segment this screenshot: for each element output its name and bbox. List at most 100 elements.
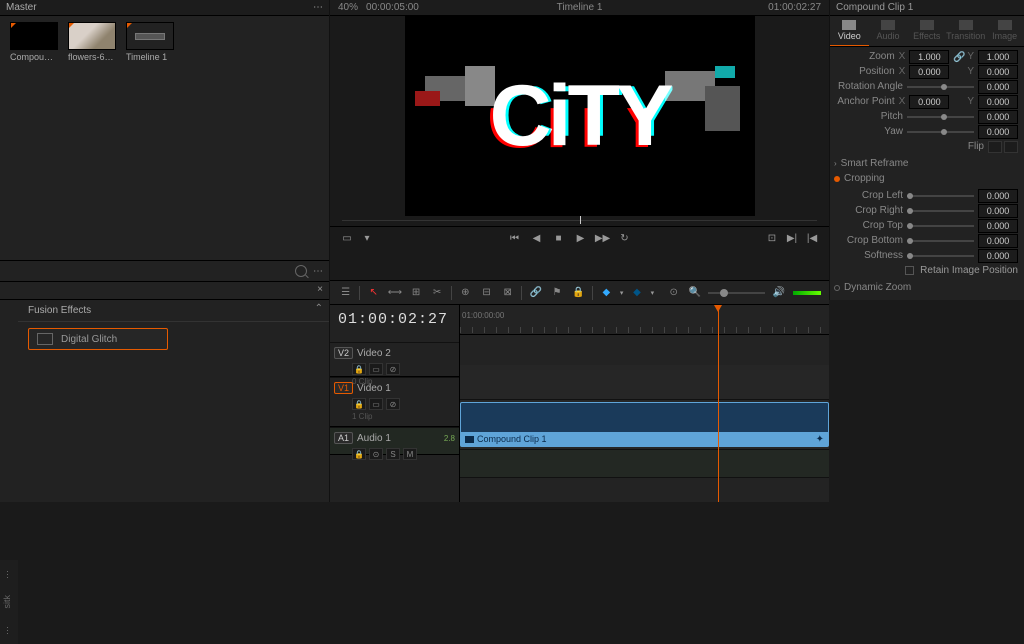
pitch-slider[interactable] bbox=[907, 116, 974, 118]
position-y-field[interactable]: 0.000 bbox=[978, 65, 1018, 79]
zoom-slider[interactable] bbox=[708, 292, 765, 294]
flag-icon[interactable]: ⚑ bbox=[549, 286, 564, 300]
timeline-playhead[interactable] bbox=[718, 305, 719, 502]
close-panel-icon[interactable]: × bbox=[317, 284, 323, 295]
viewer-scrubber-playhead[interactable] bbox=[580, 216, 581, 224]
replace-icon[interactable]: ⊠ bbox=[500, 286, 515, 300]
insert-icon[interactable]: ⊕ bbox=[458, 286, 473, 300]
softness-slider[interactable] bbox=[907, 255, 974, 257]
viewer-canvas[interactable]: CiTY bbox=[330, 16, 829, 216]
match-frame-icon[interactable]: ⊡ bbox=[765, 232, 779, 246]
clip-compound[interactable]: Compound Clip 1 ✦ bbox=[460, 402, 829, 447]
track-lane-v1[interactable]: Compound Clip 1 ✦ bbox=[460, 400, 829, 450]
first-frame-button[interactable]: ⏮ bbox=[508, 232, 522, 246]
yaw-slider[interactable] bbox=[907, 131, 974, 133]
crop-top-field[interactable]: 0.000 bbox=[978, 219, 1018, 233]
yaw-field[interactable]: 0.000 bbox=[978, 125, 1018, 139]
link-icon[interactable]: 🔗 bbox=[953, 52, 963, 62]
marker-blue-icon[interactable]: ◆ bbox=[599, 286, 614, 300]
solo-button[interactable]: S bbox=[386, 448, 400, 460]
track-lane-v2[interactable] bbox=[460, 365, 829, 400]
auto-select-icon[interactable]: ▭ bbox=[369, 363, 383, 375]
effect-digital-glitch[interactable]: Digital Glitch bbox=[28, 328, 168, 350]
disable-track-icon[interactable]: ⊘ bbox=[386, 363, 400, 375]
track-v1-tag[interactable]: V1 bbox=[334, 382, 353, 394]
collapse-icon[interactable]: ⌃ bbox=[315, 303, 323, 314]
media-pool-menu-icon[interactable]: ⋯ bbox=[313, 2, 323, 13]
selection-tool[interactable]: ↖ bbox=[366, 286, 381, 300]
mute-button[interactable]: M bbox=[403, 448, 417, 460]
stop-button[interactable]: ■ bbox=[552, 232, 566, 246]
viewer-dropdown-icon[interactable]: ▾ bbox=[360, 232, 374, 246]
blade-tool[interactable]: ✂ bbox=[430, 286, 445, 300]
retain-position-checkbox[interactable] bbox=[905, 266, 914, 275]
flip-v-button[interactable] bbox=[1004, 141, 1018, 153]
zoom-x-field[interactable]: 1.000 bbox=[909, 50, 949, 64]
timeline-ruler[interactable]: 01:00:00:00 01:00:04:00 bbox=[460, 305, 829, 335]
timeline-view-icon[interactable]: ☰ bbox=[338, 286, 353, 300]
position-x-field[interactable]: 0.000 bbox=[909, 65, 949, 79]
viewer-option-icon[interactable]: ▭ bbox=[340, 232, 354, 246]
rotation-slider[interactable] bbox=[907, 86, 974, 88]
zoom-icon[interactable]: 🔍 bbox=[687, 286, 702, 300]
marker-dropdown-icon[interactable]: ▾ bbox=[651, 289, 655, 297]
arm-record-icon[interactable]: ⊙ bbox=[369, 448, 383, 460]
zoom-y-field[interactable]: 1.000 bbox=[978, 50, 1018, 64]
auto-select-icon[interactable]: ▭ bbox=[369, 398, 383, 410]
marker-dropdown-icon[interactable]: ▾ bbox=[620, 289, 624, 297]
timeline-timecode[interactable]: 01:00:02:27 bbox=[330, 305, 459, 334]
media-clip-flowers[interactable]: flowers-68... bbox=[68, 22, 116, 62]
track-lane-a1[interactable] bbox=[460, 450, 829, 478]
lock-track-icon[interactable]: 🔒 bbox=[352, 363, 366, 375]
disable-track-icon[interactable]: ⊘ bbox=[386, 398, 400, 410]
flip-h-button[interactable] bbox=[988, 141, 1002, 153]
dynamic-zoom-section[interactable]: Dynamic Zoom bbox=[830, 280, 1024, 295]
trim-tool[interactable]: ⟷ bbox=[387, 286, 402, 300]
side-tab-1[interactable]: ⋯ bbox=[0, 560, 18, 588]
media-clip-timeline[interactable]: Timeline 1 bbox=[126, 22, 174, 62]
anchor-y-field[interactable]: 0.000 bbox=[978, 95, 1018, 109]
search-menu-icon[interactable]: ⋯ bbox=[313, 266, 323, 277]
crop-bottom-slider[interactable] bbox=[907, 240, 974, 242]
loop-button[interactable]: ↻ bbox=[618, 232, 632, 246]
crop-top-slider[interactable] bbox=[907, 225, 974, 227]
prev-frame-button[interactable]: ◀ bbox=[530, 232, 544, 246]
side-tab-transitions[interactable]: sitk bbox=[0, 588, 18, 616]
volume-icon[interactable]: 🔊 bbox=[771, 286, 786, 300]
side-tab-3[interactable]: ⋯ bbox=[0, 616, 18, 644]
cropping-section[interactable]: Cropping bbox=[830, 171, 1024, 186]
mark-out-button[interactable]: |◀ bbox=[805, 232, 819, 246]
lock-icon[interactable]: 🔒 bbox=[571, 286, 586, 300]
tab-effects[interactable]: Effects bbox=[907, 16, 946, 46]
viewer-title[interactable]: Timeline 1 bbox=[557, 2, 603, 13]
softness-field[interactable]: 0.000 bbox=[978, 249, 1018, 263]
clip-fx-icon[interactable]: ✦ bbox=[816, 434, 824, 445]
snap-icon[interactable]: ⊙ bbox=[666, 286, 681, 300]
lock-track-icon[interactable]: 🔒 bbox=[352, 398, 366, 410]
crop-bottom-field[interactable]: 0.000 bbox=[978, 234, 1018, 248]
media-clip-compound[interactable]: Compound... bbox=[10, 22, 58, 62]
crop-right-slider[interactable] bbox=[907, 210, 974, 212]
dynamic-trim-tool[interactable]: ⊞ bbox=[408, 286, 423, 300]
crop-left-label: Crop Left bbox=[836, 190, 903, 201]
mark-in-button[interactable]: ▶| bbox=[785, 232, 799, 246]
search-icon[interactable] bbox=[295, 265, 307, 277]
rotation-field[interactable]: 0.000 bbox=[978, 80, 1018, 94]
next-frame-button[interactable]: ▶▶ bbox=[596, 232, 610, 246]
marker-navy-icon[interactable]: ◆ bbox=[629, 286, 644, 300]
track-v2-tag[interactable]: V2 bbox=[334, 347, 353, 359]
viewer-zoom[interactable]: 40% bbox=[338, 2, 358, 13]
smart-reframe-section[interactable]: ›Smart Reframe bbox=[830, 156, 1024, 171]
tab-audio[interactable]: Audio bbox=[869, 16, 908, 46]
play-button[interactable]: ▶ bbox=[574, 232, 588, 246]
pitch-field[interactable]: 0.000 bbox=[978, 110, 1018, 124]
crop-right-field[interactable]: 0.000 bbox=[978, 204, 1018, 218]
overwrite-icon[interactable]: ⊟ bbox=[479, 286, 494, 300]
crop-left-field[interactable]: 0.000 bbox=[978, 189, 1018, 203]
tab-video[interactable]: Video bbox=[830, 16, 869, 46]
crop-left-slider[interactable] bbox=[907, 195, 974, 197]
track-a1-tag[interactable]: A1 bbox=[334, 432, 353, 444]
anchor-x-field[interactable]: 0.000 bbox=[909, 95, 949, 109]
lock-track-icon[interactable]: 🔒 bbox=[352, 448, 366, 460]
link-icon[interactable]: 🔗 bbox=[528, 286, 543, 300]
